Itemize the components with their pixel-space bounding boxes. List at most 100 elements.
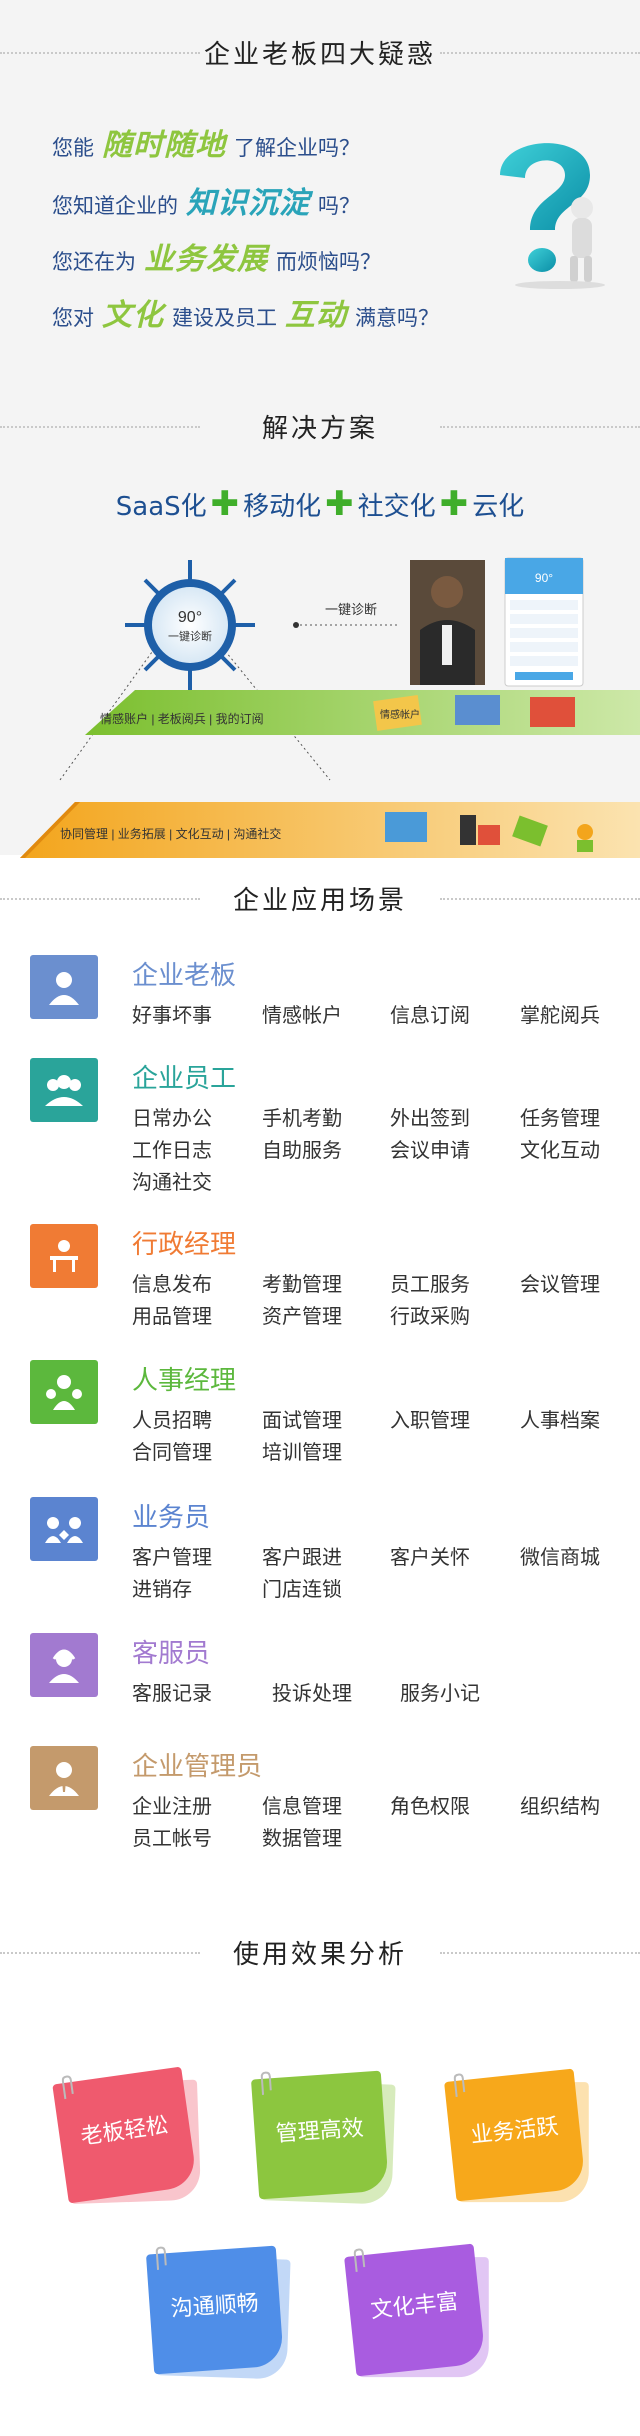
question-text: 满意吗？ xyxy=(355,306,439,330)
scene-item[interactable]: 会议管理 xyxy=(520,1268,600,1297)
scene-name: 业务员 xyxy=(132,1503,211,1533)
sales-icon xyxy=(30,1497,98,1561)
phone-value: 90° xyxy=(535,571,553,585)
scene-name: 企业管理员 xyxy=(132,1752,263,1782)
scene-item[interactable]: 情感帐户 xyxy=(262,999,342,1028)
scene-item[interactable]: 日常办公 xyxy=(132,1102,212,1131)
question-highlight: 文化 xyxy=(102,298,164,333)
scene-item[interactable]: 门店连锁 xyxy=(262,1573,342,1602)
scene-item[interactable]: 任务管理 xyxy=(520,1102,600,1131)
scene-item[interactable]: 信息发布 xyxy=(132,1268,212,1297)
dial-value: 90° xyxy=(178,609,202,626)
level2-label: 协同管理 | 业务拓展 | 文化互动 | 沟通社交 xyxy=(60,826,281,841)
effect-note: 文化丰富 xyxy=(344,2243,489,2378)
scene-item[interactable]: 微信商城 xyxy=(520,1541,600,1570)
scene-item[interactable]: 客户跟进 xyxy=(262,1541,342,1570)
scene-item[interactable]: 客户关怀 xyxy=(390,1541,470,1570)
scene-item[interactable]: 数据管理 xyxy=(262,1822,342,1851)
scene-item[interactable]: 沟通社交 xyxy=(132,1166,212,1195)
arrow-label: 一键诊断 xyxy=(325,602,377,617)
dial-label: 一键诊断 xyxy=(168,629,212,643)
question-text: 您知道企业的 xyxy=(52,194,178,218)
question-text: 了解企业吗？ xyxy=(234,136,360,160)
scene-item[interactable]: 掌舵阅兵 xyxy=(520,999,600,1028)
scene-item[interactable]: 人员招聘 xyxy=(132,1404,212,1433)
scene-name: 企业员工 xyxy=(132,1064,237,1094)
level1-label: 情感账户 | 老板阅兵 | 我的订阅 xyxy=(100,711,264,726)
question-highlight: 业务发展 xyxy=(144,242,268,277)
question-text: 您能 xyxy=(52,136,94,160)
paperclip-icon xyxy=(353,2248,366,2272)
scene-item[interactable]: 客服记录 xyxy=(132,1677,212,1706)
scene-item[interactable]: 考勤管理 xyxy=(262,1268,342,1297)
scene-item[interactable]: 企业注册 xyxy=(132,1790,212,1819)
question-line: 您知道企业的 知识沉淀 吗？ xyxy=(52,178,360,222)
admin-icon xyxy=(30,1224,98,1288)
section-title-doubts: 企业老板四大疑惑 xyxy=(0,32,640,72)
paperclip-icon xyxy=(453,2073,466,2097)
scene-name: 行政经理 xyxy=(132,1230,237,1260)
scene-item[interactable]: 行政采购 xyxy=(390,1300,470,1329)
scene-item[interactable]: 入职管理 xyxy=(390,1404,470,1433)
scene-item[interactable]: 员工帐号 xyxy=(132,1822,212,1851)
tagline-social: 社交化 xyxy=(357,492,436,522)
scene-item[interactable]: 人事档案 xyxy=(520,1404,600,1433)
section-title-solution: 解决方案 xyxy=(0,406,640,446)
scene-item[interactable]: 用品管理 xyxy=(132,1300,212,1329)
scene-item[interactable]: 面试管理 xyxy=(262,1404,342,1433)
section-title-text: 使用效果分析 xyxy=(232,1940,407,1970)
question-line: 您对 文化 建设及员工 互动 满意吗？ xyxy=(52,290,439,334)
scene-name: 企业老板 xyxy=(132,961,237,991)
scene-item[interactable]: 外出签到 xyxy=(390,1102,470,1131)
staff-icon xyxy=(30,1058,98,1122)
scene-item[interactable]: 工作日志 xyxy=(132,1134,212,1163)
boss-icon xyxy=(30,955,98,1019)
scene-item[interactable]: 文化互动 xyxy=(520,1134,600,1163)
tagline-mobile: 移动化 xyxy=(243,492,322,522)
scene-item[interactable]: 资产管理 xyxy=(262,1300,342,1329)
question-text: 您对 xyxy=(52,306,94,330)
plus-icon: ✚ xyxy=(210,484,240,524)
question-mark-figure-icon xyxy=(500,143,605,289)
section-title-scenes: 企业应用场景 xyxy=(0,878,640,918)
tagline-cloud: 云化 xyxy=(472,492,525,522)
scene-item[interactable]: 信息订阅 xyxy=(390,999,470,1028)
scene-item[interactable]: 投诉处理 xyxy=(272,1677,352,1706)
scene-item[interactable]: 服务小记 xyxy=(400,1677,480,1706)
effect-note: 管理高效 xyxy=(250,2070,396,2205)
scene-item[interactable]: 手机考勤 xyxy=(262,1102,342,1131)
section-title-text: 企业老板四大疑惑 xyxy=(203,40,436,70)
paperclip-icon xyxy=(155,2246,167,2270)
question-highlight: 知识沉淀 xyxy=(186,186,310,221)
scene-item[interactable]: 培训管理 xyxy=(262,1436,342,1465)
scene-item[interactable]: 客户管理 xyxy=(132,1541,212,1570)
scene-item[interactable]: 员工服务 xyxy=(390,1268,470,1297)
plus-icon: ✚ xyxy=(439,484,469,524)
question-text: 您还在为 xyxy=(52,250,136,274)
effect-note: 老板轻松 xyxy=(52,2066,202,2205)
tagline: SaaS化 ✚ 移动化 ✚ 社交化 ✚ 云化 xyxy=(0,484,640,524)
hr-icon xyxy=(30,1360,98,1424)
question-highlight: 随时随地 xyxy=(102,128,226,163)
question-line: 您能 随时随地 了解企业吗？ xyxy=(52,120,360,164)
scene-item[interactable]: 角色权限 xyxy=(390,1790,470,1819)
scene-item[interactable]: 好事坏事 xyxy=(132,999,212,1028)
scene-item[interactable]: 会议申请 xyxy=(390,1134,470,1163)
question-line: 您还在为 业务发展 而烦恼吗？ xyxy=(52,234,381,278)
businessman-photo xyxy=(410,560,485,685)
section-title-text: 企业应用场景 xyxy=(232,886,407,916)
question-text: 吗？ xyxy=(318,194,360,218)
effect-note: 沟通顺畅 xyxy=(145,2245,291,2380)
scene-item[interactable]: 进销存 xyxy=(132,1573,192,1602)
section-title-text: 解决方案 xyxy=(261,414,378,444)
page: 企业老板四大疑惑 您能 随时随地 了解企业吗？ 您知道企业的 知识沉淀 吗？ 您还在为 业务发… xyxy=(0,0,640,2436)
scene-item[interactable]: 自助服务 xyxy=(262,1134,342,1163)
card-label: 情感帐户 xyxy=(380,708,420,721)
plus-icon: ✚ xyxy=(325,484,354,524)
paperclip-icon xyxy=(260,2071,272,2095)
scene-name: 客服员 xyxy=(132,1639,211,1669)
scene-item[interactable]: 合同管理 xyxy=(132,1436,212,1465)
scene-item[interactable]: 信息管理 xyxy=(262,1790,342,1819)
scene-item[interactable]: 组织结构 xyxy=(520,1790,600,1819)
solution-pyramid-diagram: 90° 一键诊断 一键诊断 90° 情感账户 | 老板阅兵 | 我的订阅 情感帐… xyxy=(20,557,640,858)
